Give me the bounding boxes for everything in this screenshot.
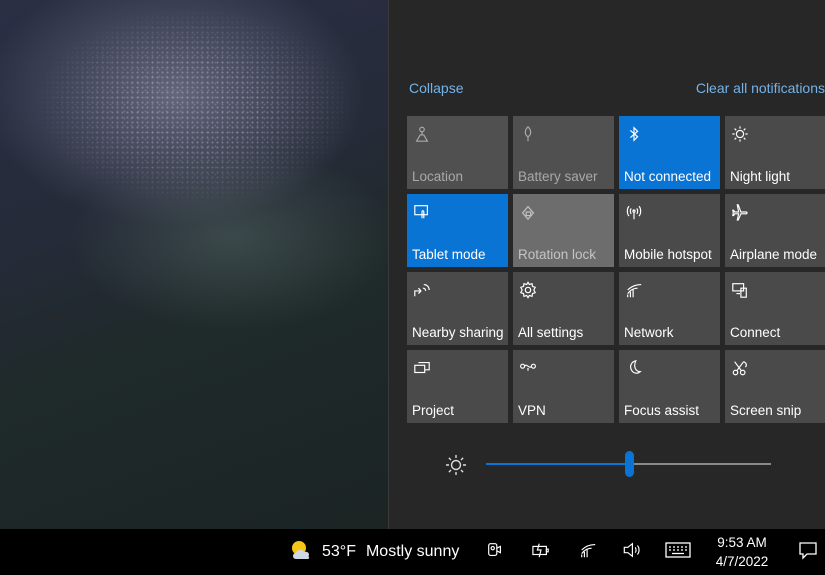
tile-rotation-lock[interactable]: Rotation lock	[513, 194, 614, 267]
screen-snip-icon	[730, 358, 750, 378]
weather-condition: Mostly sunny	[365, 543, 460, 560]
collapse-link[interactable]: Collapse	[409, 80, 463, 96]
clear-all-notifications-link[interactable]: Clear all notifications	[696, 80, 825, 96]
action-center-button[interactable]	[790, 529, 825, 575]
network-icon	[624, 280, 644, 300]
weather-widget[interactable]: 53°F Mostly sunny	[288, 529, 459, 575]
project-icon	[412, 358, 432, 378]
brightness-slider-thumb[interactable]	[624, 451, 634, 477]
tile-bluetooth[interactable]: Not connected	[619, 116, 720, 189]
brightness-slider[interactable]	[486, 451, 771, 477]
tile-label: VPN	[518, 403, 546, 418]
tile-label: Not connected	[624, 169, 712, 184]
tile-label: Screen snip	[730, 403, 802, 418]
night-light-icon	[730, 124, 750, 144]
action-center: Collapse Clear all notifications Locatio…	[388, 0, 825, 529]
vpn-icon	[518, 358, 538, 378]
weather-temperature: 53°F	[322, 543, 356, 560]
tile-mobile-hotspot[interactable]: Mobile hotspot	[619, 194, 720, 267]
nearby-sharing-icon	[412, 280, 432, 300]
brightness-slider-fill	[486, 463, 629, 465]
tile-all-settings[interactable]: All settings	[513, 272, 614, 345]
clock-time: 9:53 AM	[717, 535, 767, 550]
battery-button[interactable]	[530, 529, 552, 575]
tile-label: Nearby sharing	[412, 325, 504, 340]
quick-actions-grid: Location Battery saver Not connected Nig…	[407, 116, 825, 423]
taskbar: 53°F Mostly sunny 9:53 AM 4/7/2022	[0, 529, 825, 575]
moon-icon	[624, 358, 644, 378]
tile-project[interactable]: Project	[407, 350, 508, 423]
mobile-hotspot-icon	[624, 202, 644, 222]
tile-location[interactable]: Location	[407, 116, 508, 189]
tile-vpn[interactable]: VPN	[513, 350, 614, 423]
battery-charging-icon	[530, 541, 552, 564]
tile-screen-snip[interactable]: Screen snip	[725, 350, 825, 423]
tile-network[interactable]: Network	[619, 272, 720, 345]
speaker-icon	[622, 541, 641, 564]
keyboard-icon	[665, 541, 691, 563]
brightness-control	[441, 450, 781, 480]
touch-keyboard-button[interactable]	[665, 529, 691, 575]
bluetooth-icon	[624, 124, 644, 144]
clock[interactable]: 9:53 AM 4/7/2022	[706, 529, 778, 575]
tile-label: Connect	[730, 325, 781, 340]
gear-icon	[518, 280, 538, 300]
airplane-icon	[730, 202, 750, 222]
partly-sunny-icon	[288, 537, 314, 568]
tile-nearby-sharing[interactable]: Nearby sharing	[407, 272, 508, 345]
volume-button[interactable]	[622, 529, 641, 575]
clock-date: 4/7/2022	[715, 554, 769, 569]
network-button[interactable]	[579, 529, 597, 575]
tile-airplane-mode[interactable]: Airplane mode	[725, 194, 825, 267]
tile-label: Night light	[730, 169, 791, 184]
tile-label: Focus assist	[624, 403, 700, 418]
tile-focus-assist[interactable]: Focus assist	[619, 350, 720, 423]
tile-label: Location	[412, 169, 464, 184]
tile-label: Rotation lock	[518, 247, 597, 262]
tile-tablet-mode[interactable]: Tablet mode	[407, 194, 508, 267]
tile-label: Network	[624, 325, 674, 340]
brightness-icon	[445, 454, 467, 476]
tile-label: All settings	[518, 325, 584, 340]
tile-connect[interactable]: Connect	[725, 272, 825, 345]
tile-label: Mobile hotspot	[624, 247, 712, 262]
webcam-icon	[486, 541, 504, 564]
notification-icon	[798, 540, 818, 565]
desktop-wallpaper	[0, 0, 388, 529]
tile-label: Battery saver	[518, 169, 598, 184]
network-icon	[579, 541, 597, 564]
rotation-lock-icon	[518, 202, 538, 222]
tile-night-light[interactable]: Night light	[725, 116, 825, 189]
tile-label: Project	[412, 403, 455, 418]
battery-saver-icon	[518, 124, 538, 144]
connect-icon	[730, 280, 750, 300]
tile-label: Tablet mode	[412, 247, 486, 262]
location-icon	[412, 124, 432, 144]
tile-battery-saver[interactable]: Battery saver	[513, 116, 614, 189]
meet-now-button[interactable]	[486, 529, 504, 575]
tablet-mode-icon	[412, 202, 432, 222]
tile-label: Airplane mode	[730, 247, 818, 262]
